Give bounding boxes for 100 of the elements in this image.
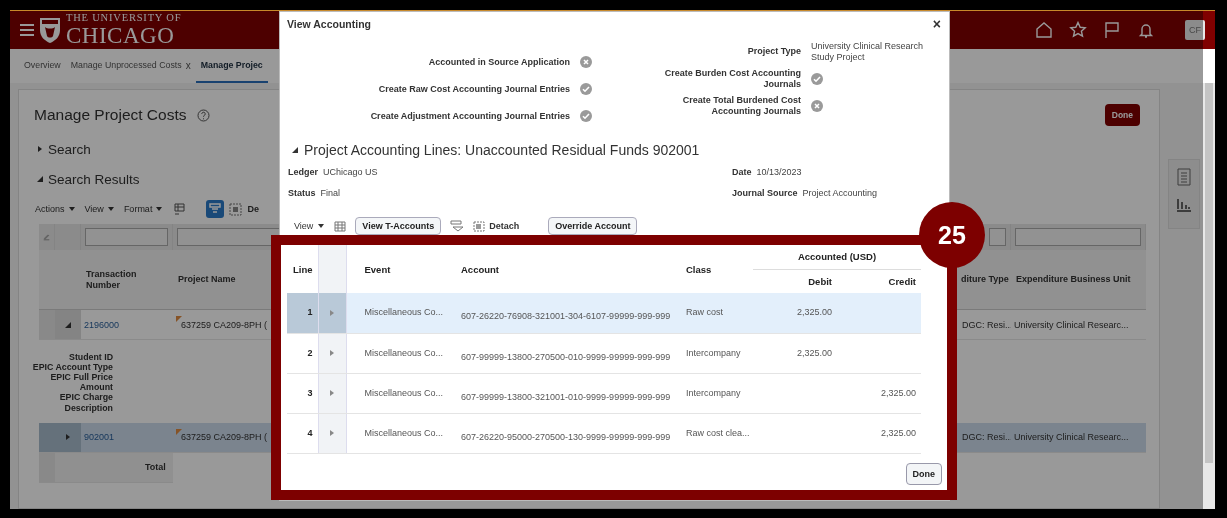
page-tab[interactable]: Overview xyxy=(19,49,66,83)
field-label: Project Type xyxy=(746,46,801,57)
filter-icon[interactable] xyxy=(450,220,465,232)
table-cell: 607-99999-13800-321001-010-9999-99999-999-999 xyxy=(461,391,671,402)
scrollbar[interactable] xyxy=(1203,83,1215,509)
logo-text: CHICAGO xyxy=(66,23,176,47)
column-header[interactable]: Project Name xyxy=(178,274,236,285)
table-row[interactable]: 3 Miscellaneous Co... 607-99999-13800-321001-010-9999-99999-999-999 Intercompany 2,325.00 xyxy=(287,373,921,413)
column-header[interactable]: Debit xyxy=(808,275,832,287)
close-icon[interactable]: × xyxy=(932,16,941,32)
detach-icon[interactable] xyxy=(229,202,243,216)
total-label: Total xyxy=(145,462,166,473)
detach-button[interactable]: Detach xyxy=(473,220,520,232)
section-header[interactable]: Project Accounting Lines: Unaccounted Residual Funds 902001 xyxy=(291,142,949,158)
collapse-icon xyxy=(36,175,44,183)
table-cell: 2 xyxy=(307,347,313,358)
filter-field[interactable] xyxy=(989,228,1006,246)
table-icon[interactable] xyxy=(334,220,347,232)
filter-field[interactable] xyxy=(85,228,168,246)
collapse-icon xyxy=(64,320,72,329)
corner-marker-icon xyxy=(176,428,182,435)
table-cell: 637259 CA209-8PH ( xyxy=(181,319,268,330)
column-header[interactable]: Class xyxy=(686,263,712,275)
collapse-icon xyxy=(291,146,299,154)
caret-icon xyxy=(106,205,115,213)
table-cell: University Clinical Researc... xyxy=(1014,319,1129,330)
table-cell: DGC: Resi... xyxy=(962,432,1011,443)
table-cell: 2,325.00 xyxy=(880,387,916,398)
field-label: Ledger xyxy=(288,167,318,177)
detail-label: EPIC Account Type xyxy=(31,362,113,373)
table-cell: DGC: Resi... xyxy=(962,319,1011,330)
field-value: UChicago US xyxy=(323,167,378,177)
dialog-title: View Accounting xyxy=(287,18,371,30)
table-row[interactable]: 4 Miscellaneous Co... 607-26220-95000-270500-130-9999-99999-999-999 Raw cost clea... 2,325.00 xyxy=(287,413,921,453)
view-t-accounts-button[interactable]: View T-Accounts xyxy=(355,217,442,235)
table-cell: 3 xyxy=(307,387,313,398)
row-selector xyxy=(39,452,55,483)
transaction-link[interactable]: 2196000 xyxy=(84,319,120,330)
close-tab-icon[interactable]: x xyxy=(185,59,191,71)
bell-icon[interactable] xyxy=(1137,21,1155,39)
table-cell: Miscellaneous Co... xyxy=(364,347,444,358)
table-row[interactable]: 1 Miscellaneous Co... 607-26220-76908-321001-304-6107-99999-999-999 Raw cost 2,325.00 xyxy=(287,293,921,333)
filter-field[interactable] xyxy=(1015,228,1141,246)
field-label: Create Raw Cost Accounting Journal Entries xyxy=(377,83,570,94)
column-group-header: Accounted (USD) xyxy=(797,251,877,263)
toolbar-label[interactable]: De xyxy=(247,204,259,214)
menu-button[interactable]: Actions xyxy=(35,204,76,214)
row-toggle[interactable] xyxy=(55,422,81,453)
table-cell: 607-26220-95000-270500-130-9999-99999-999-999 xyxy=(461,431,671,442)
section-header[interactable]: Search xyxy=(36,134,91,164)
field-value: University Clinical Research Study Project xyxy=(811,41,925,62)
column-header[interactable]: Event xyxy=(364,263,391,275)
help-icon[interactable] xyxy=(196,108,210,122)
menu-button[interactable]: View xyxy=(84,204,115,214)
bar-chart-icon[interactable] xyxy=(1176,196,1192,212)
menu-icon[interactable] xyxy=(20,24,34,36)
page-tab[interactable]: Manage Unprocessed Costs x xyxy=(65,49,196,83)
expand-icon xyxy=(328,349,336,358)
view-menu[interactable]: View xyxy=(294,221,326,231)
document-icon[interactable] xyxy=(1177,168,1191,186)
detach-icon xyxy=(473,220,486,232)
section-header[interactable]: Search Results xyxy=(36,164,140,194)
detail-label: EPIC Full Price Amount xyxy=(49,372,113,393)
override-account-button[interactable]: Override Account xyxy=(548,217,638,235)
column-header[interactable]: Expenditure Business Unit xyxy=(1016,274,1131,285)
table-cell: 2,325.00 xyxy=(880,427,916,438)
row-toggle[interactable] xyxy=(55,310,81,340)
caret-icon xyxy=(155,205,164,213)
table-cell: Intercompany xyxy=(686,387,741,398)
done-button[interactable]: Done xyxy=(1104,104,1140,126)
edit-icon xyxy=(43,232,50,242)
crest-icon xyxy=(38,16,62,44)
home-icon[interactable] xyxy=(1035,21,1053,39)
freeze-icon[interactable] xyxy=(172,202,187,216)
field-label: Create Burden Cost Accounting Journals xyxy=(663,68,801,89)
menu-button[interactable]: Format xyxy=(123,204,164,214)
table-row[interactable]: 2 Miscellaneous Co... 607-99999-13800-270500-010-9999-99999-999-999 Intercompany 2,325.00 xyxy=(287,333,921,373)
expand-icon xyxy=(328,389,336,398)
column-header[interactable]: Credit xyxy=(888,275,916,287)
star-icon[interactable] xyxy=(1069,21,1087,39)
table-cell: 4 xyxy=(307,427,313,438)
query-by-example-button[interactable] xyxy=(206,200,225,218)
field-label: Date xyxy=(732,167,752,177)
table-cell: 1 xyxy=(307,307,313,318)
table-cell: 2,325.00 xyxy=(796,307,832,318)
field-label: Status xyxy=(288,188,316,198)
done-button[interactable]: Done xyxy=(905,462,942,485)
transaction-link[interactable]: 902001 xyxy=(84,432,115,443)
column-header[interactable]: Line xyxy=(292,263,313,275)
expand-icon xyxy=(36,145,44,153)
row-selector[interactable] xyxy=(39,422,55,453)
page-title: Manage Project Costs xyxy=(34,106,187,124)
detail-label: Student ID xyxy=(68,352,113,363)
flag-icon[interactable] xyxy=(1103,21,1121,39)
field-label: Create Total Burdened Cost Accounting Journals xyxy=(681,95,801,116)
field-label: Accounted in Source Application xyxy=(427,56,570,67)
page-tab[interactable]: Manage Projec xyxy=(195,49,268,83)
column-header[interactable]: Account xyxy=(461,263,499,275)
column-header[interactable]: diture Type xyxy=(961,274,1009,285)
corner-marker-icon xyxy=(176,316,182,322)
